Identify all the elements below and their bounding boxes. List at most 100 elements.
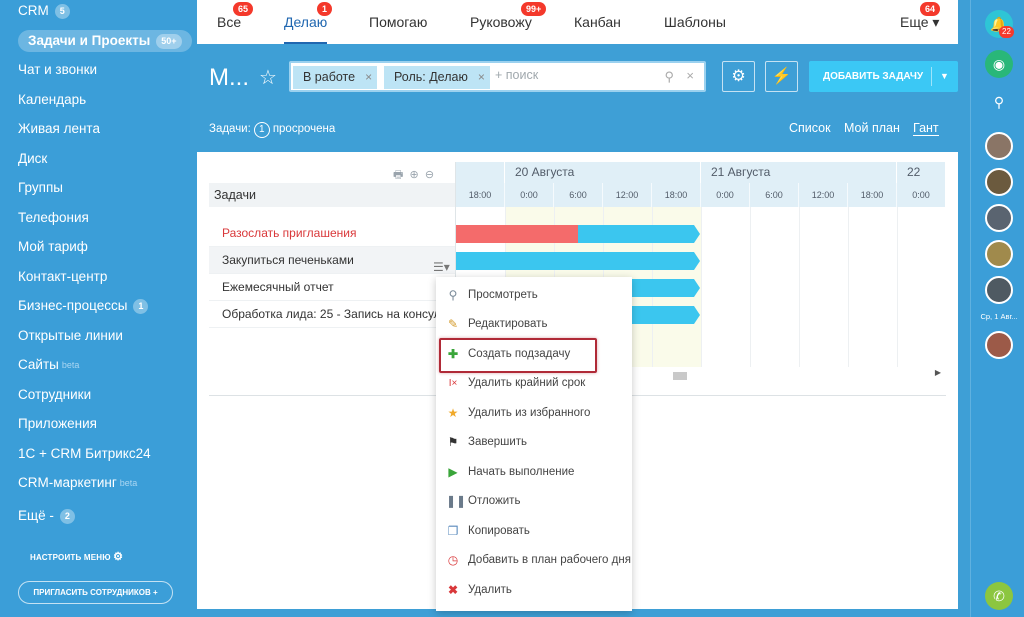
menu-item-defer[interactable]: ❚❚ Отложить [436,487,632,516]
filter-chip[interactable]: Роль: Делаю × [384,66,490,89]
pencil-icon: ✎ [447,317,459,331]
clear-icon[interactable]: × [686,68,694,83]
table-row[interactable]: Обработка лида: 25 - Запись на консульта… [209,301,455,328]
menu-item-add-to-plan[interactable]: ◷ Добавить в план рабочего дня [436,546,632,575]
avatar[interactable] [985,132,1013,160]
configure-menu-link[interactable]: НАСТРОИТЬ МЕНЮ ⚙ [30,550,123,563]
search-input[interactable]: + поиск [495,68,538,82]
grid-line [897,207,898,367]
menu-item-delete[interactable]: ✖ Удалить [436,576,632,605]
avatar[interactable] [985,276,1013,304]
tab-doing[interactable]: Делаю 1 [284,0,333,44]
zoom-in-icon[interactable]: ⊕ [410,169,419,181]
scroll-right-icon[interactable]: ▶ [935,368,941,377]
chevron-down-icon[interactable]: ▼ [940,61,949,92]
menu-item-copy[interactable]: ❐ Копировать [436,517,632,546]
view-list[interactable]: Список [789,121,831,135]
tab-badge: 65 [233,2,254,16]
open-channels-button[interactable]: ◉ [985,50,1013,78]
tab-helping[interactable]: Помогаю [369,0,427,44]
sidebar-item-calendar[interactable]: Календарь [18,89,86,111]
menu-item-remove-deadline[interactable]: I× Удалить крайний срок [436,369,632,398]
highlight-box [439,338,597,373]
filter-chip[interactable]: В работе × [293,66,378,89]
hour-tick: 12:00 [603,183,652,207]
sidebar-item-bizproc[interactable]: Бизнес-процессы 1 [18,295,149,317]
menu-item-complete[interactable]: ⚑ Завершить [436,428,632,457]
filter-search-box[interactable]: В работе × Роль: Делаю × + поиск ⚲ × [289,61,706,92]
print-icon[interactable]: 🖶 [393,169,403,181]
sidebar-item-more[interactable]: Ещё -2 [18,505,75,527]
sidebar-item-disk[interactable]: Диск [18,148,47,170]
menu-item-edit[interactable]: ✎ Редактировать [436,310,632,339]
menu-item-start[interactable]: ▶ Начать выполнение [436,458,632,487]
sidebar-item-employees[interactable]: Сотрудники [18,384,91,406]
invite-employees-button[interactable]: ПРИГЛАСИТЬ СОТРУДНИКОВ + [18,581,173,604]
sidebar-item-crm-marketing[interactable]: CRM-маркетинг beta [18,472,137,494]
avatar[interactable] [985,331,1013,359]
tab-templates[interactable]: Шаблоны [664,0,726,44]
avatar[interactable] [985,168,1013,196]
rail-search-button[interactable]: ⚲ [985,88,1013,116]
copy-icon: ❐ [447,524,459,538]
tab-kanban[interactable]: Канбан [574,0,621,44]
left-sidebar: CRM 5 Задачи и Проекты 50+ Чат и звонки Ка… [0,0,192,617]
sidebar-item-feed[interactable]: Живая лента [18,118,100,140]
tab-more[interactable]: Еще ▾ 64 [900,0,941,44]
search-icon: ⚲ [993,94,1005,110]
phone-icon: ✆ [993,588,1005,604]
sidebar-item-open-lines[interactable]: Открытые линии [18,325,123,347]
zoom-out-icon[interactable]: ⊖ [425,169,434,181]
day-header: 21 Августа [701,162,897,183]
sidebar-counter: 5 [54,3,70,19]
avatar[interactable] [985,204,1013,232]
close-icon[interactable]: × [478,66,485,89]
menu-item-view[interactable]: ⚲ Просмотреть [436,281,632,310]
table-row[interactable]: Разослать приглашения [209,220,455,247]
tab-badge: 64 [920,2,941,16]
sidebar-item-telephony[interactable]: Телефония [18,207,89,229]
robots-button[interactable]: ⚡ [765,61,798,92]
sidebar-item-tariff[interactable]: Мой тариф [18,236,88,258]
close-icon[interactable]: × [365,66,372,89]
search-icon[interactable]: ⚲ [664,69,674,85]
grid-line [799,207,800,367]
table-row[interactable]: Ежемесячный отчет [209,274,455,301]
day-header: 20 Августа [505,162,701,183]
overdue-counter[interactable]: Задачи: 1 просрочена [209,122,335,138]
avatar[interactable] [985,240,1013,268]
scrollbar-thumb[interactable] [673,372,687,380]
sidebar-item-sites[interactable]: Сайты beta [18,354,79,376]
deadline-remove-icon: I× [448,378,458,389]
hour-tick: 6:00 [554,183,603,207]
gear-icon: ⚙ [731,68,746,85]
sidebar-item-crm[interactable]: CRM 5 [18,0,70,22]
hour-tick: 18:00 [456,183,505,207]
row-menu-icon[interactable]: ☰▾ [433,260,450,274]
tab-badge: 99+ [521,2,547,16]
gantt-bar-overdue[interactable] [456,225,578,243]
sidebar-item-contact-center[interactable]: Контакт-центр [18,266,107,288]
bar-arrow [694,306,700,324]
hour-tick: 12:00 [799,183,848,207]
sidebar-item-chat[interactable]: Чат и звонки [18,59,97,81]
tab-all[interactable]: Все 65 [217,0,254,44]
view-my-plan[interactable]: Мой план [844,121,900,135]
clock-plus-icon: ◷ [447,553,459,567]
sidebar-item-tasks[interactable]: Задачи и Проекты 50+ [18,30,192,52]
gantt-bar[interactable] [456,252,694,270]
add-task-button[interactable]: ДОБАВИТЬ ЗАДАЧУ ▼ [809,61,958,92]
view-gantt[interactable]: Гант [913,121,939,136]
gantt-bar[interactable] [578,225,694,243]
menu-item-unfavorite[interactable]: ★ Удалить из избранного [436,399,632,428]
sidebar-item-1c[interactable]: 1С + CRM Битрикс24 [18,443,151,465]
top-tabs: Все 65 Делаю 1 Помогаю Руковожу 99+ Канбан … [197,0,958,44]
favorite-star-icon[interactable]: ☆ [259,65,277,90]
call-button[interactable]: ✆ [985,582,1013,610]
table-row[interactable]: Закупиться печеньками [209,247,455,274]
sidebar-item-groups[interactable]: Группы [18,177,63,199]
notifications-badge: 22 [999,26,1014,38]
settings-button[interactable]: ⚙ [722,61,755,92]
tab-managing[interactable]: Руковожу 99+ [470,0,547,44]
sidebar-item-apps[interactable]: Приложения [18,413,97,435]
